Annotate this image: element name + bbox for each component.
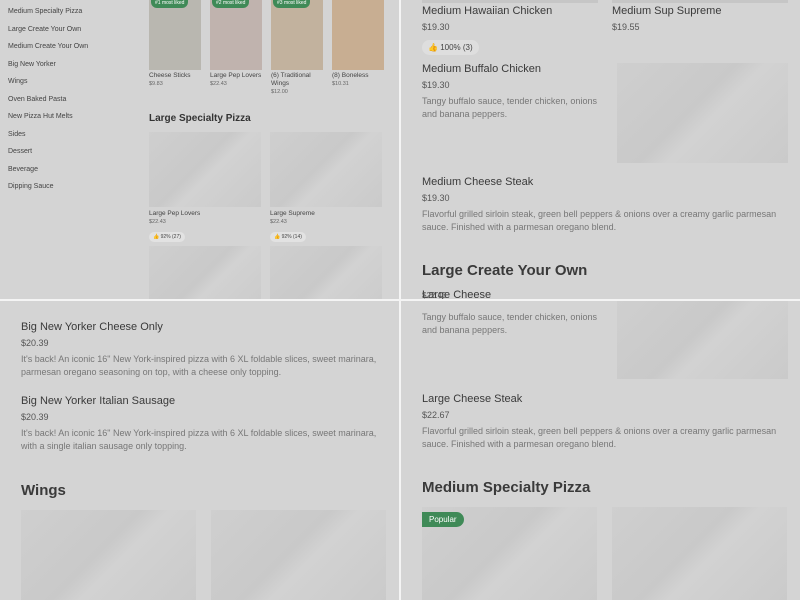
item-price: $22.43 bbox=[422, 291, 447, 299]
thumbs-up-icon: 👍 bbox=[153, 234, 160, 240]
sidebar-item-medium-create-your-own[interactable]: Medium Create Your Own bbox=[8, 41, 138, 59]
item-price: $19.30 bbox=[422, 80, 450, 90]
sidebar-item-wings[interactable]: Wings bbox=[8, 76, 138, 94]
item-name: Large Pep Lovers bbox=[149, 210, 201, 217]
item-name: Big New Yorker Cheese Only bbox=[21, 321, 163, 333]
item-image bbox=[149, 132, 261, 207]
item-image[interactable] bbox=[211, 510, 386, 600]
section-heading: Large Specialty Pizza bbox=[149, 113, 251, 124]
menu-item-card[interactable]: Large Pep Lovers $22.43 👍 92% (27) bbox=[149, 132, 261, 243]
item-image bbox=[332, 0, 384, 70]
item-image bbox=[270, 246, 382, 299]
sidebar-item-sides[interactable]: Sides bbox=[8, 129, 138, 147]
most-liked-item[interactable]: #1 most liked Cheese Sticks $9.83 bbox=[149, 0, 201, 95]
item-name: (6) Traditional Wings bbox=[271, 72, 311, 87]
sidebar-item-medium-specialty-pizza[interactable]: Medium Specialty Pizza bbox=[8, 6, 138, 24]
item-image bbox=[617, 301, 788, 379]
most-liked-item[interactable]: #3 most liked (6) Traditional Wings $12.… bbox=[271, 0, 323, 95]
thumbs-up-icon: 👍 bbox=[428, 43, 438, 52]
item-image[interactable] bbox=[612, 507, 787, 600]
item-image bbox=[422, 0, 598, 3]
sidebar-item-large-create-your-own[interactable]: Large Create Your Own bbox=[8, 24, 138, 42]
item-name: Big New Yorker Italian Sausage bbox=[21, 395, 176, 407]
section-heading: Large Create Your Own bbox=[422, 262, 588, 279]
rating-badge: 👍 92% (14) bbox=[270, 232, 306, 242]
item-name: Large Pep Lovers bbox=[210, 72, 262, 79]
menu-item-card[interactable] bbox=[149, 246, 261, 299]
item-image bbox=[210, 0, 262, 70]
thumbs-up-icon: 👍 bbox=[274, 234, 281, 240]
sidebar-item-pizza-hut-melts[interactable]: New Pizza Hut Melts bbox=[8, 111, 138, 129]
item-name: Large Cheese Steak bbox=[422, 393, 523, 405]
sidebar-item-dipping-sauce[interactable]: Dipping Sauce bbox=[8, 181, 138, 199]
sidebar-item-oven-baked-pasta[interactable]: Oven Baked Pasta bbox=[8, 94, 138, 112]
popular-badge: Popular bbox=[422, 512, 464, 527]
sidebar-item-beverage[interactable]: Beverage bbox=[8, 164, 138, 182]
item-price: $22.43 bbox=[149, 219, 166, 225]
menu-item[interactable]: Medium Sup Supreme $19.55 bbox=[612, 5, 792, 32]
category-sidebar: Medium Specialty Pizza Large Create Your… bbox=[8, 6, 138, 199]
menu-item[interactable]: Big New Yorker Cheese Only $20.39 It's b… bbox=[21, 321, 381, 378]
menu-item-card[interactable] bbox=[270, 246, 382, 299]
item-description: It's back! An iconic 16" New York-inspir… bbox=[21, 428, 377, 451]
item-image bbox=[270, 132, 382, 207]
menu-item[interactable]: Medium Buffalo Chicken $19.30 Tangy buff… bbox=[422, 63, 607, 120]
item-image bbox=[271, 0, 323, 70]
item-description: Tangy buffalo sauce, tender chicken, oni… bbox=[422, 312, 597, 335]
most-liked-item[interactable]: (8) Boneless $10.31 bbox=[332, 0, 384, 95]
section-heading: Medium Specialty Pizza bbox=[422, 479, 591, 496]
item-description: Flavorful grilled sirloin steak, green b… bbox=[422, 209, 777, 232]
item-image bbox=[149, 246, 261, 299]
menu-item[interactable]: Medium Cheese Steak $19.30 Flavorful gri… bbox=[422, 176, 787, 233]
section-heading: Wings bbox=[21, 482, 66, 499]
most-liked-badge: #1 most liked bbox=[151, 0, 189, 8]
item-image bbox=[149, 0, 201, 70]
item-description: It's back! An iconic 16" New York-inspir… bbox=[21, 354, 377, 377]
item-name: Large Supreme bbox=[270, 210, 315, 217]
menu-item[interactable]: Big New Yorker Italian Sausage $20.39 It… bbox=[21, 395, 381, 452]
menu-panel-bottom-left: Big New Yorker Cheese Only $20.39 It's b… bbox=[0, 301, 399, 600]
item-name: Cheese Sticks bbox=[149, 72, 191, 79]
most-liked-carousel: #1 most liked Cheese Sticks $9.83 #2 mos… bbox=[149, 0, 384, 95]
most-liked-item[interactable]: #2 most liked Large Pep Lovers $22.43 bbox=[210, 0, 262, 95]
item-price: $22.67 bbox=[422, 410, 450, 420]
item-name: Medium Buffalo Chicken bbox=[422, 63, 542, 75]
menu-item[interactable]: Medium Hawaiian Chicken $19.30 👍 100% (3… bbox=[422, 5, 602, 55]
menu-panel-top-left: Medium Specialty Pizza Large Create Your… bbox=[0, 0, 399, 299]
item-price: $20.39 bbox=[21, 412, 49, 422]
rating-badge: 👍 100% (3) bbox=[422, 40, 479, 55]
item-price: $19.30 bbox=[422, 22, 450, 32]
sidebar-item-big-new-yorker[interactable]: Big New Yorker bbox=[8, 59, 138, 77]
item-description: Flavorful grilled sirloin steak, green b… bbox=[422, 426, 777, 449]
item-price: $12.00 bbox=[271, 89, 288, 95]
menu-item[interactable]: Large Cheese Steak $22.67 Flavorful gril… bbox=[422, 393, 787, 450]
item-name: Medium Hawaiian Chicken bbox=[422, 5, 553, 17]
most-liked-badge: #2 most liked bbox=[212, 0, 250, 8]
item-price: $20.39 bbox=[21, 338, 49, 348]
rating-badge: 👍 92% (27) bbox=[149, 232, 185, 242]
item-image[interactable] bbox=[21, 510, 196, 600]
item-price: $22.43 bbox=[270, 219, 287, 225]
menu-panel-top-right: Medium Hawaiian Chicken $19.30 👍 100% (3… bbox=[401, 0, 800, 299]
item-price: $19.55 bbox=[612, 22, 640, 32]
menu-item[interactable]: Tangy buffalo sauce, tender chicken, oni… bbox=[422, 311, 607, 336]
item-price: $22.43 bbox=[210, 81, 227, 87]
sidebar-item-dessert[interactable]: Dessert bbox=[8, 146, 138, 164]
item-price: $9.83 bbox=[149, 81, 163, 87]
item-price: $10.31 bbox=[332, 81, 349, 87]
menu-item-card[interactable]: Large Supreme $22.43 👍 92% (14) bbox=[270, 132, 382, 243]
menu-panel-bottom-right: Tangy buffalo sauce, tender chicken, oni… bbox=[401, 301, 800, 600]
item-image bbox=[612, 0, 788, 3]
item-name: Medium Cheese Steak bbox=[422, 176, 534, 188]
item-name: (8) Boneless bbox=[332, 72, 369, 79]
item-image bbox=[617, 63, 788, 163]
item-price: $19.30 bbox=[422, 193, 450, 203]
item-name: Medium Sup Supreme bbox=[612, 5, 722, 17]
item-description: Tangy buffalo sauce, tender chicken, oni… bbox=[422, 96, 597, 119]
most-liked-badge: #3 most liked bbox=[273, 0, 311, 8]
horizontal-divider bbox=[0, 299, 800, 301]
